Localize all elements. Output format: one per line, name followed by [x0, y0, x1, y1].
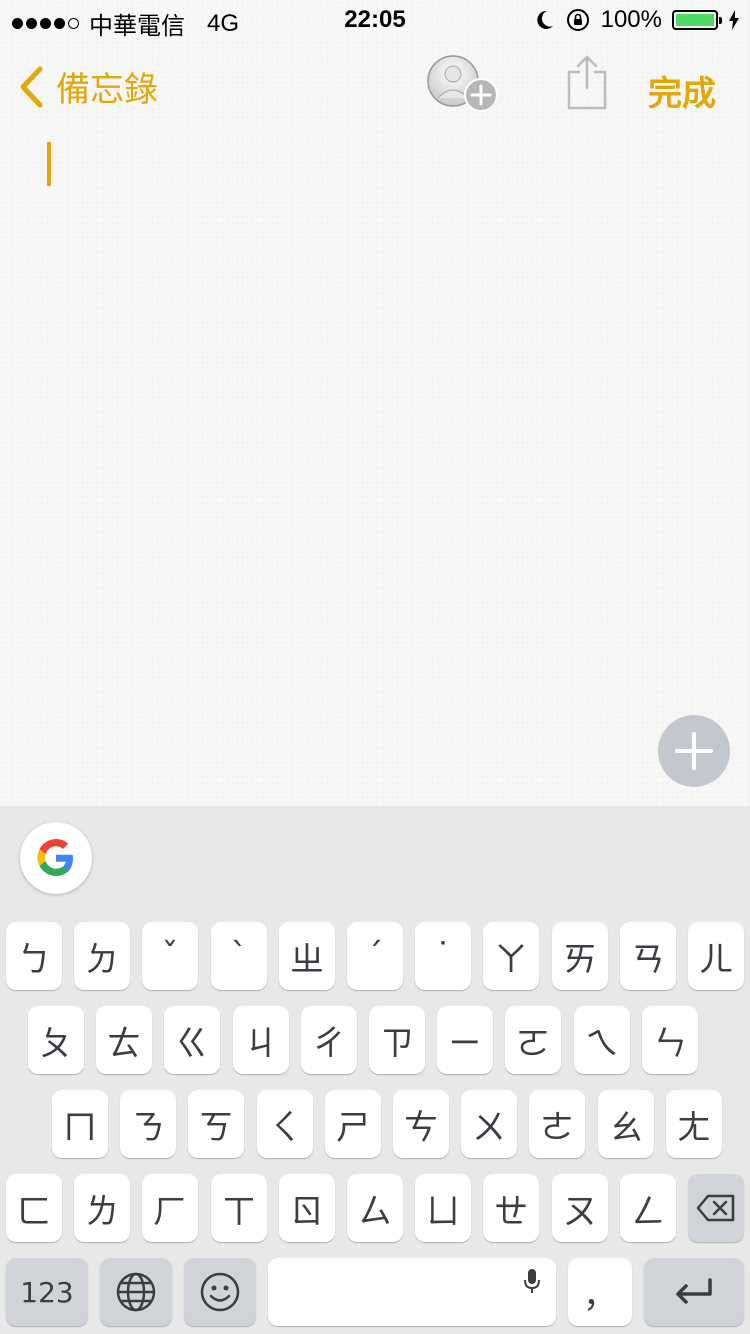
done-button[interactable]: 完成 [648, 66, 716, 115]
emoji-key[interactable] [184, 1258, 256, 1326]
zhuyin-key[interactable]: ㄣ [642, 1006, 698, 1074]
return-icon [676, 1278, 712, 1304]
zhuyin-key[interactable]: ㄖ [279, 1174, 335, 1242]
navigation-bar: 備忘錄 完成 [0, 40, 750, 128]
add-people-icon [427, 55, 498, 112]
zhuyin-key[interactable]: ㄒ [211, 1174, 267, 1242]
zhuyin-key[interactable]: ㄠ [598, 1090, 654, 1158]
chevron-left-icon [20, 66, 43, 107]
zhuyin-key[interactable]: ㄛ [505, 1006, 561, 1074]
battery-level [676, 14, 714, 26]
charging-bolt-icon [729, 10, 739, 30]
zhuyin-key[interactable]: ㄞ [552, 922, 608, 990]
zhuyin-key[interactable]: ㄦ [688, 922, 744, 990]
zhuyin-key[interactable]: ㄢ [620, 922, 676, 990]
add-people-button[interactable] [426, 54, 500, 119]
globe-key[interactable] [100, 1258, 172, 1326]
backspace-icon [696, 1194, 735, 1222]
zhuyin-keyboard: ㄅㄉ ˇ ˋ ㄓ ˊ ˙ ㄚㄞㄢㄦㄆㄊㄍㄐㄔㄗㄧㄛㄟㄣㄇㄋㄎㄑㄕㄘㄨㄜㄠㄤㄈㄌㄏㄒㄖㄙㄩㄝㄡ… [0, 806, 750, 1334]
battery-percent: 100% [600, 6, 662, 33]
zhuyin-key[interactable]: ˊ [347, 922, 403, 990]
zhuyin-key[interactable]: ㄊ [96, 1006, 152, 1074]
zhuyin-key[interactable]: ˇ [142, 922, 198, 990]
numbers-key[interactable]: 123 [6, 1258, 88, 1326]
text-cursor[interactable] [47, 142, 51, 186]
zhuyin-key[interactable]: ㄟ [574, 1006, 630, 1074]
globe-icon [116, 1272, 156, 1312]
space-bar[interactable] [268, 1258, 556, 1326]
zhuyin-key[interactable]: ㄑ [257, 1090, 313, 1158]
zhuyin-key[interactable]: ㄅ [6, 922, 62, 990]
zhuyin-key[interactable]: ㄈ [6, 1174, 62, 1242]
comma-key[interactable]: ， [568, 1258, 632, 1326]
zhuyin-key[interactable]: ˋ [211, 922, 267, 990]
zhuyin-key[interactable]: ㄆ [28, 1006, 84, 1074]
zhuyin-key[interactable]: ㄏ [142, 1174, 198, 1242]
zhuyin-key[interactable]: ㄙ [347, 1174, 403, 1242]
zhuyin-key[interactable]: ㄧ [437, 1006, 493, 1074]
microphone-icon[interactable] [524, 1268, 540, 1294]
back-button-label: 備忘錄 [56, 71, 158, 109]
zhuyin-key[interactable]: ˙ [415, 922, 471, 990]
zhuyin-key[interactable]: ㄤ [666, 1090, 722, 1158]
battery-icon [672, 10, 722, 30]
zhuyin-key[interactable]: ㄘ [393, 1090, 449, 1158]
add-attachment-button[interactable] [658, 715, 730, 787]
zhuyin-key[interactable]: ㄉ [74, 922, 130, 990]
zhuyin-key[interactable]: ㄔ [301, 1006, 357, 1074]
status-bar: 中華電信 4G 22:05 100% [0, 0, 750, 40]
moon-icon [536, 10, 553, 29]
google-search-button[interactable] [20, 822, 92, 894]
zhuyin-key[interactable]: ㄗ [369, 1006, 425, 1074]
zhuyin-key[interactable]: ㄡ [552, 1174, 608, 1242]
zhuyin-key[interactable]: ㄓ [279, 922, 335, 990]
back-button[interactable]: 備忘錄 [18, 62, 158, 111]
return-key[interactable] [644, 1258, 744, 1326]
status-right: 100% [535, 6, 740, 34]
zhuyin-key[interactable]: ㄐ [233, 1006, 289, 1074]
zhuyin-key[interactable]: ㄝ [483, 1174, 539, 1242]
zhuyin-key[interactable]: ㄚ [483, 922, 539, 990]
delete-key[interactable] [688, 1174, 744, 1242]
rotation-lock-icon [566, 9, 589, 31]
zhuyin-key[interactable]: ㄌ [74, 1174, 130, 1242]
zhuyin-key[interactable]: ㄎ [188, 1090, 244, 1158]
zhuyin-key[interactable]: ㄍ [164, 1006, 220, 1074]
zhuyin-key[interactable]: ㄨ [461, 1090, 517, 1158]
emoji-icon [200, 1272, 240, 1312]
share-icon [567, 55, 607, 110]
share-button[interactable] [566, 54, 608, 115]
zhuyin-key[interactable]: ㄕ [325, 1090, 381, 1158]
zhuyin-key[interactable]: ㄩ [415, 1174, 471, 1242]
zhuyin-key[interactable]: ㄋ [120, 1090, 176, 1158]
zhuyin-key[interactable]: ㄜ [529, 1090, 585, 1158]
zhuyin-key[interactable]: ㄇ [52, 1090, 108, 1158]
plus-icon [675, 732, 713, 770]
zhuyin-key[interactable]: ㄥ [620, 1174, 676, 1242]
google-g-icon [37, 839, 73, 876]
